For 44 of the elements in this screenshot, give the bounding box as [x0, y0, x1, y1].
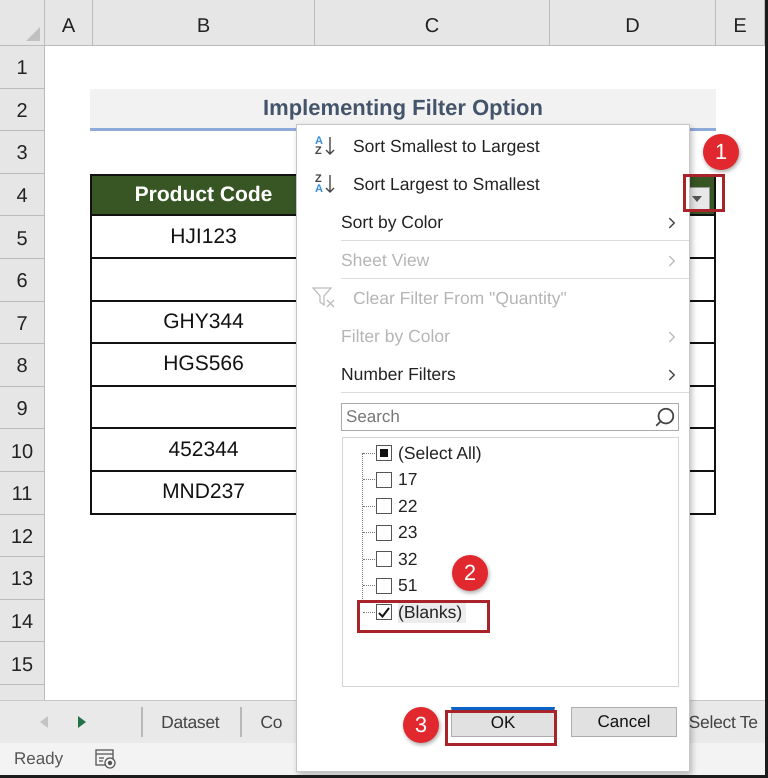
- row-header[interactable]: 14: [0, 600, 45, 642]
- macro-recorder-icon[interactable]: [95, 749, 118, 769]
- caret-icon: [692, 196, 702, 202]
- checkbox[interactable]: [376, 524, 392, 541]
- checkbox[interactable]: [376, 498, 392, 514]
- column-header[interactable]: A: [45, 0, 93, 46]
- checkbox[interactable]: [376, 445, 392, 462]
- checkbox[interactable]: [376, 604, 392, 620]
- row-header[interactable]: 13: [0, 557, 45, 600]
- row-header[interactable]: 6: [0, 258, 45, 302]
- option-label[interactable]: 17: [398, 469, 422, 490]
- step-badge: 1: [703, 134, 739, 170]
- option-label[interactable]: 23: [398, 522, 422, 544]
- column-header[interactable]: E: [716, 0, 765, 46]
- search-field[interactable]: Search: [341, 403, 679, 431]
- scroll-right-icon[interactable]: [78, 716, 86, 728]
- row-header[interactable]: 7: [0, 302, 45, 344]
- row-header[interactable]: 10: [0, 429, 45, 472]
- sheet-tab[interactable]: Dataset: [141, 707, 240, 737]
- row-header[interactable]: 4: [0, 174, 45, 216]
- highlight-frame: [683, 174, 725, 212]
- row-header[interactable]: 11: [0, 472, 45, 515]
- checkbox[interactable]: [376, 578, 392, 594]
- search-icon: [654, 406, 676, 428]
- status-text: Ready: [14, 749, 64, 769]
- row-header[interactable]: 1: [0, 46, 45, 89]
- row-header[interactable]: 8: [0, 344, 45, 387]
- option-label[interactable]: (Select All): [398, 442, 486, 464]
- row-header[interactable]: 5: [0, 216, 45, 259]
- cancel-button[interactable]: Cancel: [571, 707, 677, 737]
- row-header[interactable]: 3: [0, 131, 45, 174]
- row-header[interactable]: 12: [0, 514, 45, 558]
- option-label[interactable]: 51: [398, 575, 422, 596]
- row-header[interactable]: 2: [0, 88, 45, 132]
- column-header[interactable]: B: [93, 0, 315, 46]
- row-header[interactable]: 15: [0, 642, 45, 685]
- column-header[interactable]: C: [315, 0, 550, 46]
- checkbox[interactable]: [376, 551, 392, 568]
- option-label[interactable]: (Blanks): [398, 602, 466, 623]
- column-header[interactable]: D: [550, 0, 716, 46]
- checkbox[interactable]: [376, 472, 392, 488]
- option-label[interactable]: 22: [398, 496, 422, 517]
- option-label[interactable]: 32: [398, 548, 422, 570]
- row-header[interactable]: 9: [0, 386, 45, 430]
